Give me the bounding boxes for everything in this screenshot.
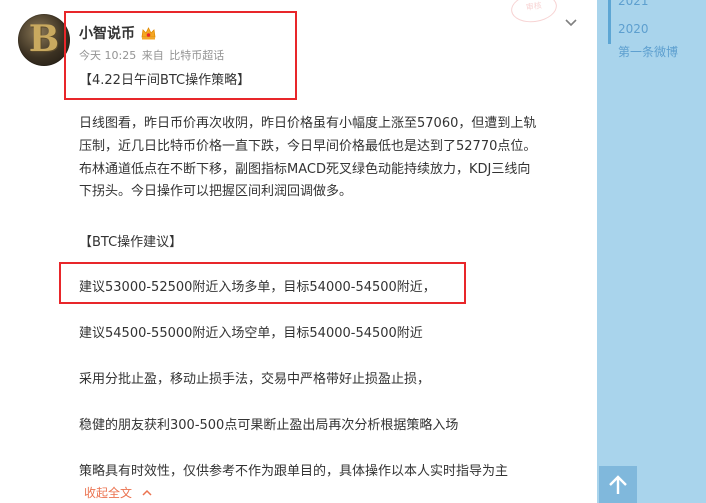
body-line: 日线图看，昨日币价再次收阴，昨日价格虽有小幅度上涨至57060，但遭到上轨 — [79, 116, 537, 131]
chevron-down-icon[interactable] — [563, 14, 579, 30]
post-body-paragraph: 日线图看，昨日币价再次收阴，昨日价格虽有小幅度上涨至57060，但遭到上轨 压制… — [79, 113, 579, 204]
source-link[interactable]: 比特币超话 — [169, 49, 224, 62]
arrow-up-icon — [609, 475, 627, 494]
suggestion-long: 建议53000-52500附近入场多单，目标54000-54500附近， — [79, 280, 436, 295]
weibo-post-card: 审核 B 小智说币 今天 10:25 来自 比特币超话 【4.22日午间BTC操… — [0, 0, 597, 503]
section-title: 【BTC操作建议】 — [79, 235, 183, 250]
tip-line: 采用分批止盈，移动止损手法，交易中严格带好止损盈止损， — [79, 372, 431, 387]
collapse-button[interactable]: 收起全文 — [84, 484, 152, 501]
tip-line: 稳健的朋友获利300-500点可果断止盈出局再次分析根据策略入场 — [79, 418, 459, 433]
chevron-up-icon — [142, 485, 152, 499]
timeline-year-2020[interactable]: 2020 — [618, 22, 649, 36]
watermark-stamp: 审核 — [509, 0, 559, 26]
author-row: 小智说币 — [79, 24, 156, 42]
post-meta: 今天 10:25 来自 比特币超话 — [79, 47, 226, 63]
avatar[interactable]: B — [18, 14, 70, 66]
body-line: 下拐头。今日操作可以把握区间利润回调做多。 — [79, 184, 353, 200]
body-line: 压制，近几日比特币价格一直下跌，今日早间价格最低也是达到了52770点位。 — [79, 138, 537, 154]
suggestion-short: 建议54500-55000附近入场空单，目标54000-54500附近 — [79, 326, 423, 341]
post-time[interactable]: 今天 10:25 — [79, 49, 136, 62]
timeline-year-2021[interactable]: 2021 — [618, 0, 649, 8]
sidebar-panel — [597, 0, 706, 503]
bitcoin-logo-icon: B — [28, 18, 60, 60]
timeline-bar — [608, 0, 611, 44]
collapse-label: 收起全文 — [84, 486, 133, 500]
vip-crown-icon[interactable] — [141, 26, 156, 40]
first-post-link[interactable]: 第一条微博 — [618, 43, 678, 60]
author-name[interactable]: 小智说币 — [79, 23, 135, 43]
tip-line: 策略具有时效性，仅供参考不作为跟单目的，具体操作以本人实时指导为主 — [79, 464, 509, 479]
source-prefix: 来自 — [141, 49, 164, 62]
post-title: 【4.22日午间BTC操作策略】 — [79, 73, 251, 88]
body-line: 布林通道低点在不断下移，副图指标MACD死叉绿色动能持续放力，KDJ三线向 — [79, 161, 531, 177]
back-to-top-button[interactable] — [599, 466, 637, 503]
